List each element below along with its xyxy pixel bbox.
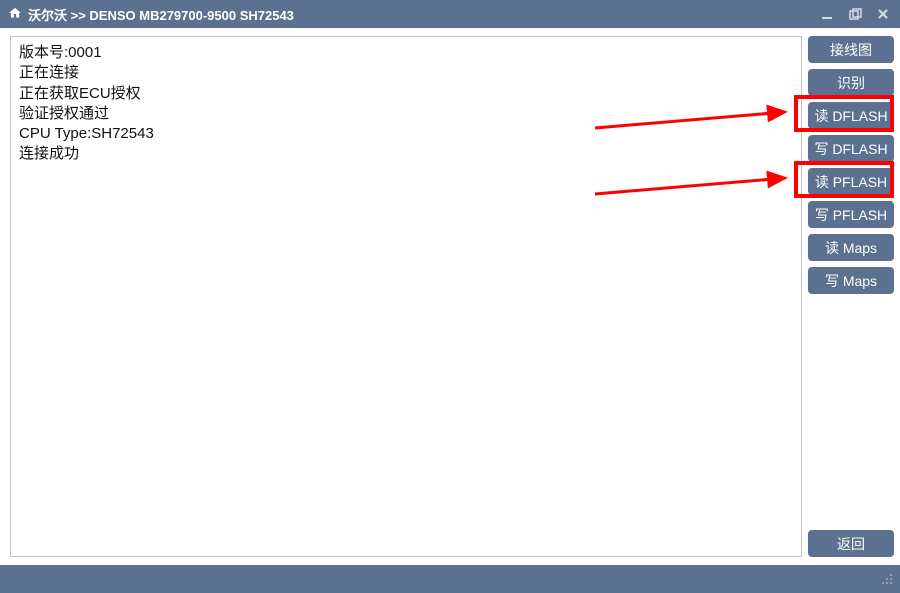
back-button[interactable]: 返回	[808, 530, 894, 557]
write-maps-button[interactable]: 写 Maps	[808, 267, 894, 294]
log-line: 正在连接	[19, 63, 793, 83]
read-maps-button[interactable]: 读 Maps	[808, 234, 894, 261]
minimize-button[interactable]	[814, 3, 840, 25]
breadcrumb: 沃尔沃 >> DENSO MB279700-9500 SH72543	[28, 5, 812, 24]
titlebar: 沃尔沃 >> DENSO MB279700-9500 SH72543	[0, 0, 900, 28]
maximize-button[interactable]	[842, 3, 868, 25]
log-panel: 版本号:0001 正在连接 正在获取ECU授权 验证授权通过 CPU Type:…	[10, 36, 802, 557]
read-dflash-button[interactable]: 读 DFLASH	[808, 102, 894, 129]
read-pflash-button[interactable]: 读 PFLASH	[808, 168, 894, 195]
write-pflash-button[interactable]: 写 PFLASH	[808, 201, 894, 228]
log-line: 验证授权通过	[19, 104, 793, 124]
sidebar: 接线图 识别 读 DFLASH 写 DFLASH 读 PFLASH 写 PFLA…	[806, 28, 900, 565]
statusbar	[0, 565, 900, 593]
close-button[interactable]	[870, 3, 896, 25]
log-line: 正在获取ECU授权	[19, 84, 793, 104]
write-dflash-button[interactable]: 写 DFLASH	[808, 135, 894, 162]
log-line: 连接成功	[19, 144, 793, 164]
wiring-diagram-button[interactable]: 接线图	[808, 36, 894, 63]
main-area: 版本号:0001 正在连接 正在获取ECU授权 验证授权通过 CPU Type:…	[0, 28, 900, 565]
identify-button[interactable]: 识别	[808, 69, 894, 96]
log-line: CPU Type:SH72543	[19, 124, 793, 144]
log-line: 版本号:0001	[19, 43, 793, 63]
resize-grip-icon[interactable]	[880, 572, 894, 586]
home-icon[interactable]	[8, 6, 22, 23]
